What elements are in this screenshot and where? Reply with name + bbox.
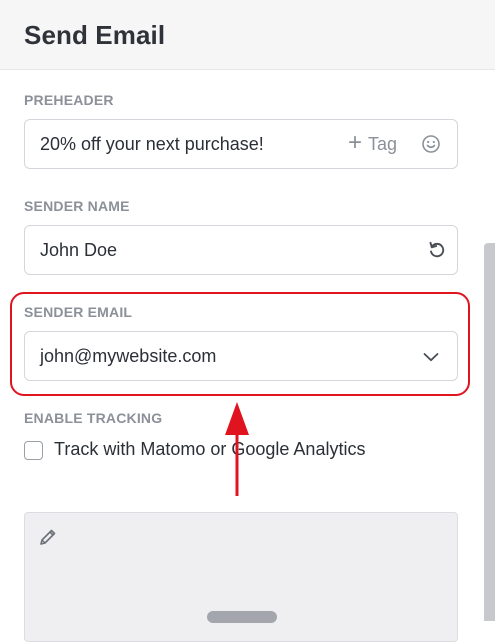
- tracking-label: ENABLE TRACKING: [24, 410, 163, 426]
- preheader-value: 20% off your next purchase!: [40, 134, 264, 154]
- undo-icon[interactable]: [427, 240, 447, 260]
- resize-handle[interactable]: [207, 611, 277, 623]
- tracking-checkbox[interactable]: [24, 441, 43, 460]
- chevron-down-icon[interactable]: [421, 347, 441, 367]
- plus-icon: +: [347, 129, 362, 156]
- add-tag-button[interactable]: + Tag: [348, 131, 397, 157]
- scrollbar[interactable]: [484, 243, 495, 621]
- panel-title: Send Email: [24, 20, 166, 50]
- sender-name-value: John Doe: [40, 240, 118, 260]
- preheader-label: PREHEADER: [24, 92, 114, 108]
- smiley-icon[interactable]: [421, 134, 441, 154]
- email-editor-preview[interactable]: [24, 512, 458, 642]
- preheader-input[interactable]: 20% off your next purchase! + Tag: [24, 119, 458, 169]
- sender-email-label: SENDER EMAIL: [24, 304, 133, 320]
- tag-button-label: Tag: [367, 133, 397, 154]
- pencil-icon[interactable]: [38, 527, 58, 547]
- tracking-checkbox-label[interactable]: Track with Matomo or Google Analytics: [54, 439, 365, 460]
- sender-email-value: john@mywebsite.com: [40, 346, 217, 366]
- sender-name-label: SENDER NAME: [24, 198, 130, 214]
- sender-email-select[interactable]: john@mywebsite.com: [24, 331, 458, 381]
- sender-name-input[interactable]: John Doe: [24, 225, 458, 275]
- panel-header: Send Email: [0, 0, 495, 70]
